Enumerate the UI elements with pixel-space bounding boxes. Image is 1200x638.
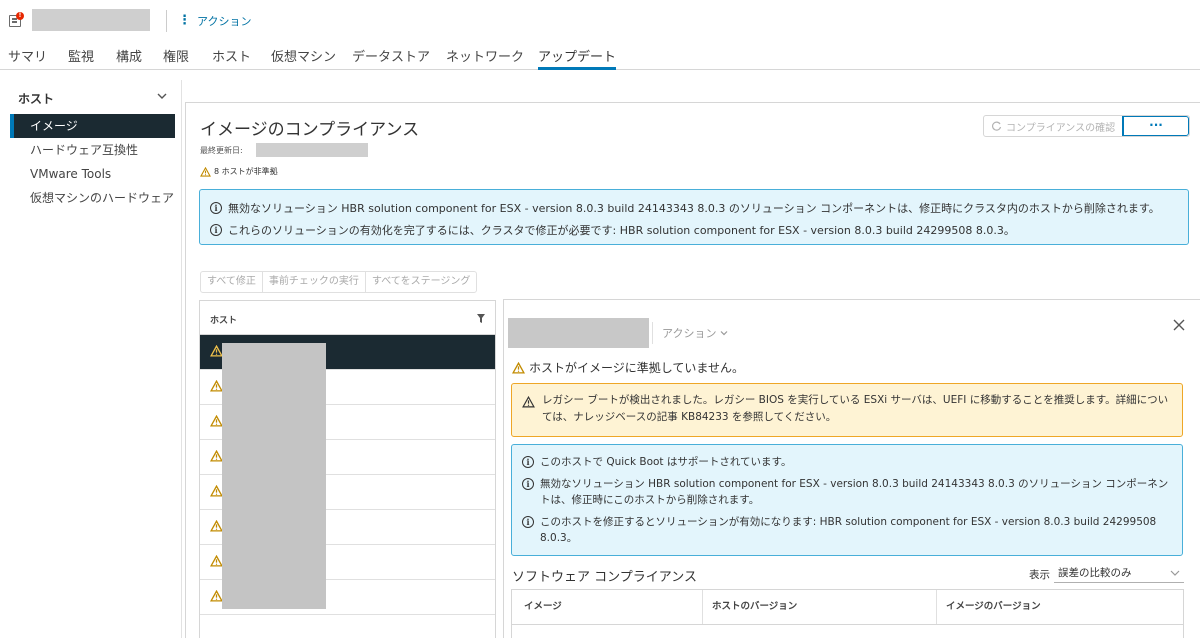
info-text: このホストで Quick Boot はサポートされています。 (540, 456, 792, 468)
nav-item-vmware-tools[interactable]: VMware Tools (10, 162, 175, 186)
tab-permissions[interactable]: 権限 (163, 46, 189, 70)
display-label: 表示 (1029, 569, 1050, 581)
tab-monitor[interactable]: 監視 (68, 46, 94, 70)
noncompliance-text: ホストがイメージに準拠していません。 (529, 361, 745, 375)
info-row: i 無効なソリューション HBR solution component for … (210, 200, 1160, 216)
page-title: イメージのコンプライアンス (200, 120, 420, 140)
software-compliance-title: ソフトウェア コンプライアンス (512, 570, 697, 585)
check-compliance-button[interactable]: コンプライアンスの確認 (984, 116, 1123, 136)
warning-icon (512, 361, 525, 374)
tab-datastores[interactable]: データストア (352, 46, 430, 70)
column-header-host-version[interactable]: ホストのバージョン (712, 598, 797, 612)
info-text: このホストを修正するとソリューションが有効になります: HBR solution… (540, 516, 1157, 544)
tab-vms[interactable]: 仮想マシン (271, 46, 336, 70)
redacted-host-name (508, 318, 649, 348)
run-precheck-button[interactable]: 事前チェックの実行 (263, 272, 366, 292)
host-list-header: ホスト (200, 301, 495, 335)
info-row: i 無効なソリューション HBR solution component for … (522, 476, 1174, 508)
tab-hosts[interactable]: ホスト (212, 46, 251, 70)
left-nav: ホスト イメージ ハードウェア互換性 VMware Tools 仮想マシンのハー… (0, 80, 182, 638)
cluster-info-alert: i 無効なソリューション HBR solution component for … (199, 189, 1189, 245)
host-actions-label: アクション (662, 327, 717, 340)
noncompliant-status: 8 ホストが非準拠 (200, 166, 278, 177)
noncompliance-heading: ホストがイメージに準拠していません。 (512, 359, 744, 376)
legacy-warning-text: レガシー ブートが検出されました。レガシー BIOS を実行している ESXi … (542, 394, 1169, 423)
details-divider (652, 322, 653, 344)
noncompliant-text: 8 ホストが非準拠 (214, 167, 278, 176)
redacted-date (256, 143, 368, 157)
host-actions-button[interactable]: アクション (662, 325, 729, 341)
info-row: i このホストを修正するとソリューションが有効になります: HBR soluti… (522, 514, 1174, 546)
check-compliance-label: コンプライアンスの確認 (1006, 122, 1116, 134)
info-icon: i (522, 516, 534, 528)
host-details-pane: アクション ホストがイメージに準拠していません。 レガシー ブートが検出されまし… (503, 299, 1200, 638)
chevron-down-icon (721, 331, 728, 336)
column-header-image[interactable]: イメージ (524, 598, 562, 612)
tab-configure[interactable]: 構成 (116, 46, 142, 70)
refresh-icon (992, 121, 1002, 131)
column-divider (702, 590, 703, 624)
actions-menu-button[interactable]: ⋮ アクション (178, 13, 251, 29)
host-info-alert: i このホストで Quick Boot はサポートされています。 i 無効なソリ… (511, 444, 1183, 556)
header-divider (166, 10, 167, 32)
column-divider (936, 590, 937, 624)
remediation-button-group: すべて修正 事前チェックの実行 すべてをステージング (200, 271, 478, 293)
info-icon: i (522, 478, 534, 490)
info-text: 無効なソリューション HBR solution component for ES… (540, 478, 1169, 506)
info-row: i このホストで Quick Boot はサポートされています。 (522, 454, 1174, 470)
chevron-down-icon (1170, 570, 1180, 576)
kebab-icon: ⋮ (178, 13, 191, 28)
warning-icon (200, 166, 211, 177)
info-text: これらのソリューションの有効化を完了するには、クラスタで修正が必要です: HBR… (228, 224, 1015, 237)
info-icon: i (210, 224, 222, 236)
host-column-header: ホスト (210, 316, 238, 326)
more-options-button[interactable]: ··· (1123, 116, 1189, 136)
remediate-all-button[interactable]: すべて修正 (201, 272, 263, 292)
info-text: 無効なソリューション HBR solution component for ES… (228, 202, 1160, 215)
info-icon: i (522, 456, 534, 468)
last-updated-label: 最終更新日: (200, 146, 243, 155)
chevron-down-icon[interactable] (156, 90, 168, 102)
tab-networks[interactable]: ネットワーク (446, 46, 524, 70)
actions-label: アクション (197, 15, 252, 28)
display-filter-select[interactable]: 誤差の比較のみ (1054, 563, 1184, 583)
nav-section-hosts[interactable]: ホスト (18, 90, 168, 107)
software-compliance-table: イメージ ホストのバージョン イメージのバージョン (511, 589, 1184, 638)
nav-item-image[interactable]: イメージ (10, 114, 175, 138)
warning-icon (522, 396, 535, 408)
nav-item-vm-hardware[interactable]: 仮想マシンのハードウェア (10, 186, 175, 210)
legacy-boot-warning: レガシー ブートが検出されました。レガシー BIOS を実行している ESXi … (511, 383, 1183, 437)
tab-updates[interactable]: アップデート (538, 46, 617, 70)
info-icon: i (210, 202, 222, 214)
display-filter-value: 誤差の比較のみ (1058, 567, 1132, 579)
tab-summary[interactable]: サマリ (8, 46, 47, 70)
info-row: i これらのソリューションの有効化を完了するには、クラスタで修正が必要です: H… (210, 222, 1015, 238)
redacted-host-names (222, 343, 326, 609)
column-header-image-version[interactable]: イメージのバージョン (946, 598, 1041, 612)
tab-bar: サマリ 監視 構成 権限 ホスト 仮想マシン データストア ネットワーク アップ… (0, 42, 1200, 70)
redacted-object-name (32, 9, 150, 31)
compliance-button-group: コンプライアンスの確認 ··· (983, 115, 1190, 137)
filter-icon[interactable] (477, 314, 485, 323)
table-header-line (512, 624, 1184, 625)
close-icon[interactable] (1172, 318, 1186, 332)
stage-all-button[interactable]: すべてをステージング (366, 272, 477, 292)
object-header: ! ⋮ アクション (0, 0, 1200, 40)
cluster-alert-icon: ! (8, 12, 24, 28)
nav-item-hardware-compat[interactable]: ハードウェア互換性 (10, 138, 175, 162)
